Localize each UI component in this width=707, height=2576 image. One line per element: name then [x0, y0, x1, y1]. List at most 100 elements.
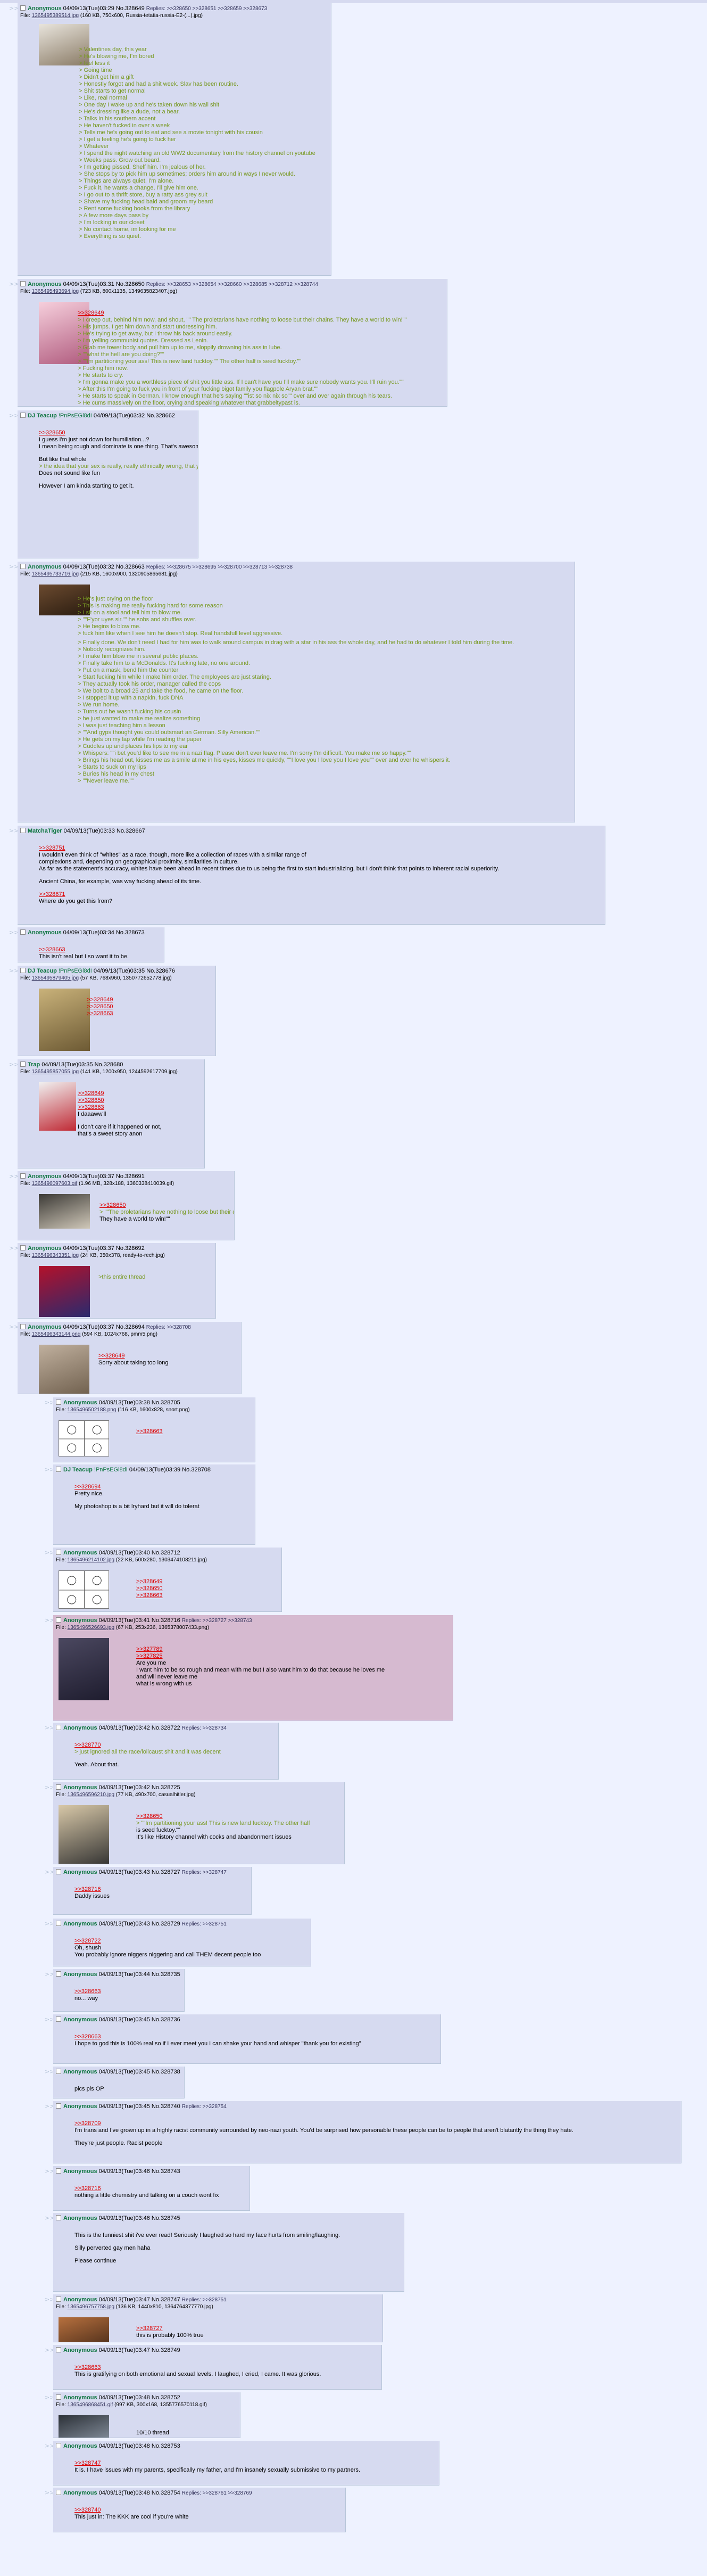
post-number[interactable]: No.328694 [116, 1324, 145, 1330]
quote-link[interactable]: >>327789 [136, 1646, 450, 1653]
backlinks[interactable]: Replies: >>328747 [182, 1870, 227, 1875]
file-link[interactable]: 1365496097603.gif [32, 1181, 78, 1187]
backlinks[interactable]: Replies: >>328675 >>328695 >>328700 >>32… [146, 564, 293, 570]
file-link[interactable]: 1365495733716.jpg [32, 571, 79, 577]
quote-link[interactable]: >>328663 [39, 947, 161, 953]
quote-link[interactable]: >>328663 [78, 1104, 201, 1111]
quote-link[interactable]: >>328671 [39, 891, 602, 898]
post-checkbox[interactable] [56, 2490, 61, 2495]
post-number[interactable]: No.328667 [117, 828, 145, 834]
file-link[interactable]: 1365496343351.jpg [32, 1253, 79, 1258]
post-number[interactable]: No.328662 [146, 413, 175, 419]
file-link[interactable]: 1365496596210.jpg [68, 1792, 114, 1798]
file-link[interactable]: 1365496757758.jpg [68, 2304, 114, 2310]
quote-link[interactable]: >>328650 [136, 1585, 278, 1592]
quote-link[interactable]: >>328663 [136, 1428, 252, 1435]
quote-link[interactable]: >>328649 [98, 1353, 238, 1360]
post-number[interactable]: No.328753 [152, 2443, 180, 2449]
quote-link[interactable]: >>328663 [74, 1988, 181, 1995]
file-link[interactable]: 1365496526693.jpg [68, 1625, 114, 1631]
post-number[interactable]: No.328716 [152, 1617, 180, 1624]
post-number[interactable]: No.328663 [116, 564, 145, 570]
post-number[interactable]: No.328650 [116, 281, 145, 287]
quote-link[interactable]: >>328663 [136, 1592, 278, 1599]
file-link[interactable]: 1365496343144.png [32, 1331, 81, 1337]
file-link[interactable]: 1365495493694.jpg [32, 289, 79, 294]
post-checkbox[interactable] [20, 413, 26, 418]
post-thumbnail[interactable] [59, 1420, 109, 1456]
backlinks[interactable]: Replies: >>328727 >>328743 [182, 1618, 252, 1624]
post-thumbnail[interactable] [59, 2317, 109, 2342]
post-number[interactable]: No.328745 [152, 2215, 180, 2221]
quote-link[interactable]: >>327825 [136, 1653, 450, 1660]
post-number[interactable]: No.328747 [152, 2297, 180, 2303]
post-checkbox[interactable] [56, 2069, 61, 2074]
post-number[interactable]: No.328676 [146, 968, 175, 974]
file-link[interactable]: 1365496868451.gif [68, 2402, 113, 2408]
post-number[interactable]: No.328680 [95, 1061, 123, 1068]
post-number[interactable]: No.328743 [152, 2168, 180, 2175]
post-number[interactable]: No.328712 [152, 1550, 180, 1556]
backlinks[interactable]: Replies: >>328754 [182, 2104, 227, 2110]
quote-link[interactable]: >>328663 [74, 2364, 378, 2371]
post-thumbnail[interactable] [39, 1082, 76, 1131]
backlinks[interactable]: Replies: >>328761 >>328769 [182, 2490, 252, 2496]
post-checkbox[interactable] [56, 1971, 61, 1977]
post-checkbox[interactable] [56, 2347, 61, 2352]
post-checkbox[interactable] [56, 1725, 61, 1730]
quote-link[interactable]: >>328663 [74, 2034, 437, 2040]
post-checkbox[interactable] [20, 1173, 26, 1179]
post-checkbox[interactable] [20, 564, 26, 569]
post-number[interactable]: No.328736 [152, 2017, 180, 2023]
post-number[interactable]: No.328673 [116, 929, 145, 936]
file-link[interactable]: 1365496214102.jpg [68, 1557, 114, 1563]
quote-link[interactable]: >>328747 [74, 2460, 436, 2467]
post-checkbox[interactable] [56, 1869, 61, 1874]
post-number[interactable]: No.328740 [152, 2103, 180, 2110]
post-thumbnail[interactable] [59, 1638, 109, 1700]
post-checkbox[interactable] [56, 2168, 61, 2174]
post-thumbnail[interactable] [39, 1266, 90, 1317]
post-number[interactable]: No.328738 [152, 2069, 180, 2075]
post-thumbnail[interactable] [59, 1570, 109, 1609]
post-checkbox[interactable] [56, 2394, 61, 2400]
quote-link[interactable]: >>328649 [136, 1578, 278, 1585]
post-checkbox[interactable] [56, 1467, 61, 1472]
post-checkbox[interactable] [20, 1061, 26, 1067]
post-number[interactable]: No.328752 [152, 2394, 180, 2401]
file-link[interactable]: 1365496502188.png [68, 1407, 117, 1413]
quote-link[interactable]: >>328649 [87, 997, 212, 1003]
quote-link[interactable]: >>328663 [87, 1010, 212, 1017]
post-checkbox[interactable] [20, 281, 26, 286]
quote-link[interactable]: >>328727 [136, 2325, 379, 2332]
quote-link[interactable]: >>328770 [74, 1742, 275, 1749]
post-thumbnail[interactable] [59, 2415, 109, 2438]
post-thumbnail[interactable] [59, 1805, 109, 1864]
quote-link[interactable]: >>328740 [74, 2507, 342, 2514]
post-number[interactable]: No.328725 [152, 1784, 180, 1791]
backlinks[interactable]: Replies: >>328653 >>328654 >>328660 >>32… [146, 282, 318, 287]
post-number[interactable]: No.328727 [152, 1869, 180, 1875]
post-thumbnail[interactable] [39, 1345, 89, 1394]
post-checkbox[interactable] [56, 2297, 61, 2302]
quote-link[interactable]: >>328751 [39, 845, 602, 852]
post-number[interactable]: No.328708 [182, 1467, 211, 1473]
post-checkbox[interactable] [20, 1324, 26, 1329]
post-checkbox[interactable] [56, 2215, 61, 2220]
post-checkbox[interactable] [56, 2017, 61, 2022]
quote-link[interactable]: >>328649 [78, 310, 444, 317]
post-number[interactable]: No.328691 [116, 1173, 145, 1180]
post-number[interactable]: No.328735 [152, 1971, 180, 1978]
post-checkbox[interactable] [56, 1400, 61, 1405]
post-checkbox[interactable] [56, 2103, 61, 2109]
post-thumbnail[interactable] [39, 1194, 90, 1229]
post-checkbox[interactable] [20, 968, 26, 973]
post-checkbox[interactable] [56, 1784, 61, 1790]
quote-link[interactable]: >>328716 [74, 2185, 246, 2192]
backlinks[interactable]: Replies: >>328650 >>328651 >>328659 >>32… [146, 6, 267, 12]
post-checkbox[interactable] [56, 1921, 61, 1926]
post-checkbox[interactable] [20, 828, 26, 833]
file-link[interactable]: 1365495389514.jpg [32, 13, 79, 19]
post-number[interactable]: No.328705 [152, 1400, 180, 1406]
quote-link[interactable]: >>328650 [99, 1202, 231, 1209]
